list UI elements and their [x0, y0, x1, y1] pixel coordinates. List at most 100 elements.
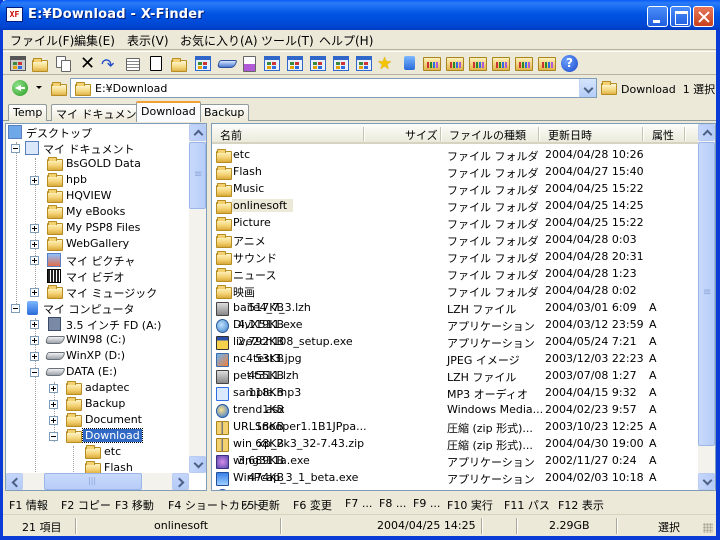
file-list-row[interactable]: onlinesoft ファイル フォルダ 2004/04/25 14:25 — [212, 197, 698, 214]
large-icons-view-button[interactable] — [263, 55, 281, 73]
tab-download[interactable]: Download — [136, 101, 201, 122]
file-list-row[interactable]: Picture ファイル フォルダ 2004/04/25 15:22 — [212, 214, 698, 231]
minimize-button[interactable] — [647, 6, 668, 27]
list-view-button[interactable] — [309, 55, 327, 73]
new-folder-button[interactable] — [170, 55, 188, 73]
details-view-button[interactable] — [194, 55, 212, 73]
back-button[interactable] — [12, 80, 28, 96]
new-window-button[interactable] — [9, 55, 27, 73]
expand-icon[interactable] — [30, 176, 39, 185]
open-button[interactable] — [31, 55, 49, 73]
fkey-f11-path[interactable]: F11 パス — [504, 497, 550, 513]
file-list-row[interactable]: プラネテスSPACEMISSIO...1KB Windows Media...20… — [212, 486, 698, 490]
file-list-row[interactable]: WinPcap_3_1_beta.exe 474KB アプリケーション 2004/02… — [212, 469, 698, 486]
file-list-row[interactable]: URLSnooper1.1B1JPpa... 18KB 圧縮 (zip 形式)...… — [212, 418, 698, 435]
drive-button[interactable] — [216, 55, 238, 73]
media-button[interactable] — [240, 55, 258, 73]
copy-button[interactable] — [54, 55, 72, 73]
scroll-down-button[interactable] — [698, 473, 715, 490]
address-value[interactable]: E:¥Download — [95, 82, 167, 95]
scroll-thumb[interactable] — [698, 142, 715, 446]
fkey-f5-refresh[interactable]: F5 更新 — [241, 497, 280, 513]
fkey-f3-move[interactable]: F3 移動 — [115, 497, 154, 513]
scroll-thumb[interactable] — [44, 473, 142, 490]
menu-tools[interactable]: ツール(T) — [261, 32, 314, 49]
computer-button[interactable] — [401, 55, 419, 73]
file-list-row[interactable]: live2ch108_setup.exe 2,792KB アプリケーション 2004/… — [212, 333, 698, 350]
menu-edit[interactable]: 編集(E) — [74, 32, 115, 49]
menu-view[interactable]: 表示(V) — [127, 32, 169, 49]
folder-shortcut-1-button[interactable] — [423, 55, 441, 73]
file-list-row[interactable]: baile4_7_3.lzh 517KB LZH ファイル 2004/03/01 6:… — [212, 299, 698, 316]
redo-button[interactable]: ↷ — [100, 55, 118, 74]
tab-backup[interactable]: Backup — [199, 104, 250, 121]
address-dropdown-button[interactable] — [579, 79, 596, 97]
file-list-row[interactable]: アニメ ファイル フォルダ 2004/04/28 0:03 — [212, 231, 698, 248]
fkey-f10-run[interactable]: F10 実行 — [447, 497, 493, 513]
file-list-row[interactable]: etc ファイル フォルダ 2004/04/28 10:26 — [212, 146, 698, 163]
expand-icon[interactable] — [30, 240, 39, 249]
menu-file[interactable]: ファイル(F) — [10, 32, 74, 49]
expand-icon[interactable] — [30, 336, 39, 345]
tab-temp[interactable]: Temp — [8, 104, 48, 121]
collapse-icon[interactable] — [49, 432, 58, 441]
close-button[interactable] — [693, 6, 714, 27]
tiles-view-button[interactable] — [332, 55, 350, 73]
folder-shortcut-6-button[interactable] — [538, 55, 556, 73]
file-list-row[interactable]: Flash ファイル フォルダ 2004/04/27 15:40 — [212, 163, 698, 180]
scroll-left-button[interactable] — [6, 473, 23, 490]
expand-icon[interactable] — [49, 416, 58, 425]
file-list-row[interactable]: nc4test3.jpg 53KB JPEG イメージ 2003/12/03 22:2… — [212, 350, 698, 367]
properties-button[interactable] — [124, 55, 142, 73]
new-file-button[interactable] — [147, 55, 165, 73]
file-list-row[interactable]: sample.mp3 118KB MP3 オーディオ 2004/04/15 9:32 A — [212, 384, 698, 401]
tree-vertical-scrollbar[interactable] — [189, 124, 206, 473]
scroll-up-button[interactable] — [189, 124, 206, 141]
file-list-row[interactable]: サウンド ファイル フォルダ 2004/04/28 20:31 — [212, 248, 698, 265]
folder-shortcut-2-button[interactable] — [446, 55, 464, 73]
expand-icon[interactable] — [49, 400, 58, 409]
column-header-attr[interactable]: 属性 — [652, 127, 674, 143]
file-list-row[interactable]: 映画 ファイル フォルダ 2004/04/28 0:02 — [212, 282, 698, 299]
column-header-date[interactable]: 更新日時 — [548, 127, 592, 143]
file-list-row[interactable]: trend.asx 1KB Windows Media... 2004/02/23 9… — [212, 401, 698, 418]
expand-icon[interactable] — [30, 256, 39, 265]
file-list-row[interactable]: petit311.lzh 455KB LZH ファイル 2003/07/08 1:27… — [212, 367, 698, 384]
column-header-size[interactable]: サイズ — [405, 127, 438, 143]
address-input[interactable]: E:¥Download — [70, 78, 597, 98]
fkey-f12-view[interactable]: F12 表示 — [558, 497, 604, 513]
column-header-type[interactable]: ファイルの種類 — [449, 127, 526, 143]
maximize-button[interactable] — [670, 6, 691, 27]
fkey-f6-rename[interactable]: F6 変更 — [293, 497, 332, 513]
fkey-f8[interactable]: F8 ... — [379, 497, 406, 510]
report-view-button[interactable] — [355, 55, 373, 73]
folder-shortcut-5-button[interactable] — [515, 55, 533, 73]
menu-help[interactable]: ヘルプ(H) — [319, 32, 373, 49]
file-list-row[interactable]: wing311a.exe 3,689KB アプリケーション 2002/11/27 0:… — [212, 452, 698, 469]
column-header-name[interactable]: 名前 — [220, 127, 242, 143]
favorites-button[interactable]: ★ — [377, 55, 395, 73]
scroll-right-button[interactable] — [172, 473, 189, 490]
collapse-icon[interactable] — [11, 144, 20, 153]
expand-icon[interactable] — [30, 320, 39, 329]
scroll-up-button[interactable] — [698, 124, 715, 141]
collapse-icon[interactable] — [30, 368, 39, 377]
title-bar[interactable]: XF E:¥Download - X-Finder — [0, 0, 720, 30]
scroll-down-button[interactable] — [189, 456, 206, 473]
scroll-thumb[interactable] — [189, 142, 206, 209]
fkey-f9[interactable]: F9 ... — [413, 497, 440, 510]
tree-horizontal-scrollbar[interactable] — [6, 473, 189, 490]
expand-icon[interactable] — [30, 224, 39, 233]
expand-icon[interactable] — [30, 288, 39, 297]
folder-shortcut-3-button[interactable] — [469, 55, 487, 73]
list-vertical-scrollbar[interactable] — [698, 124, 715, 490]
back-history-dropdown[interactable] — [36, 86, 42, 89]
file-list-row[interactable]: Music ファイル フォルダ 2004/04/25 15:22 — [212, 180, 698, 197]
small-icons-view-button[interactable] — [286, 55, 304, 73]
resize-grip[interactable] — [703, 523, 713, 533]
file-list-row[interactable]: DivX511.exe 4,119KB アプリケーション 2004/03/12 23:… — [212, 316, 698, 333]
fkey-f1-info[interactable]: F1 情報 — [9, 497, 48, 513]
help-button[interactable]: ? — [561, 55, 579, 73]
expand-icon[interactable] — [49, 384, 58, 393]
folder-shortcut-4-button[interactable] — [492, 55, 510, 73]
